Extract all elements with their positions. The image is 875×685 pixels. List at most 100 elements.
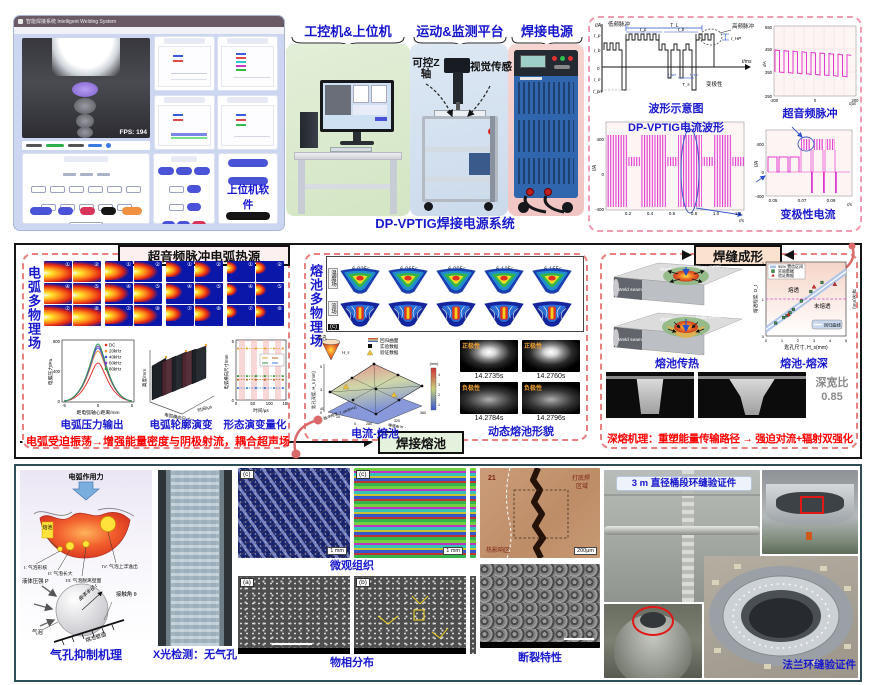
- arc-mechanism-text: 电弧受迫振荡→增强能量密度与阴极射流，耦合超声场: [26, 433, 288, 449]
- svg-text:3: 3: [438, 383, 440, 387]
- jog-up-button[interactable]: [187, 185, 201, 193]
- waveform-schematic: I/A t/ms T_L t_p t_b 低频脉冲 高频脉冲 I_HP I_p …: [592, 20, 760, 102]
- svg-text:打底焊: 打底焊: [572, 474, 590, 482]
- motion-stop-button[interactable]: [192, 221, 206, 224]
- vp-current-plot: 0.05 0.07 0.09 -400 0 400 I/A t/s: [754, 126, 860, 208]
- power-button-red2[interactable]: [568, 56, 573, 61]
- power-knob[interactable]: [554, 65, 570, 69]
- fracture-sem-image: [480, 564, 600, 648]
- fps-counter: FPS: 194: [120, 129, 147, 136]
- svg-text:1: 1: [438, 403, 440, 407]
- schematic-caption: 波形示意图: [592, 103, 760, 115]
- svg-text:0.09: 0.09: [827, 198, 836, 203]
- param-input[interactable]: [126, 186, 141, 193]
- cell-number: ④: [248, 284, 253, 290]
- motion-input[interactable]: [169, 204, 184, 211]
- pool-photo-en: 负极性: [522, 382, 580, 414]
- subfig-tag: (c): [328, 324, 339, 330]
- param-select[interactable]: [69, 222, 103, 224]
- fracture-caption: 断裂特性: [500, 652, 580, 664]
- hf-caption: 超音频脉冲: [760, 108, 860, 120]
- svg-text:20kHz: 20kHz: [109, 349, 121, 354]
- arc-pressure-plot: DC 20kHz 40kHz 60kHz 80kHz 0 400 800 -5 …: [46, 334, 138, 420]
- main-current-caption: DP-VPTIG电流波形: [618, 122, 734, 134]
- pool-depth-caption: 熔池-熔深: [756, 358, 852, 370]
- param-input[interactable]: [50, 186, 65, 193]
- svg-text:I_b: I_b: [594, 48, 601, 53]
- annotation-vision: 视觉传感: [468, 62, 514, 73]
- connect-button[interactable]: [228, 159, 268, 167]
- svg-text:(mm): (mm): [430, 362, 440, 366]
- svg-text:I/A: I/A: [595, 23, 602, 29]
- param-input[interactable]: [31, 186, 46, 193]
- svg-text:验证数据: 验证数据: [380, 349, 399, 356]
- emergency-button[interactable]: [101, 207, 116, 215]
- motion-button[interactable]: [162, 221, 175, 224]
- cell-number: ⑤: [216, 284, 221, 290]
- svg-text:I: 气泡形核: I: 气泡形核: [24, 564, 47, 571]
- svg-text:匙孔: 匙孔: [318, 334, 328, 341]
- svg-text:热影响区: 热影响区: [486, 546, 510, 554]
- exit-button[interactable]: [226, 212, 270, 220]
- svg-text:接触角 θ: 接触角 θ: [116, 590, 137, 598]
- svg-text:回归曲面: 回归曲面: [380, 337, 399, 344]
- svg-text:280: 280: [366, 422, 372, 426]
- arc-field-cell: ①: [44, 261, 72, 282]
- main-current-plot: 0.2 0.4 0.6 0.8 1.0 1.2 -400 0 400 I/A t…: [592, 118, 750, 226]
- weld-bead: [77, 127, 93, 138]
- cell-number: ⑦: [248, 306, 253, 312]
- ebsd-sliver: [470, 468, 476, 558]
- arc-side-label: 电弧多物理场: [24, 266, 43, 350]
- temperature-field-image: [433, 266, 479, 296]
- arc-start-button[interactable]: [122, 207, 142, 215]
- write-params-button[interactable]: [30, 207, 52, 215]
- arc-field-cell: ④: [227, 283, 255, 304]
- power-button-red[interactable]: [552, 56, 557, 61]
- jog-down-button[interactable]: [187, 203, 201, 211]
- bubble-mechanism-diagram: 电弧作用力 熔池 I: 气泡形核 II: 气泡长大 III: 气泡脱离壁面 IV…: [20, 470, 152, 646]
- svg-text:-200: -200: [770, 98, 779, 103]
- param-input[interactable]: [69, 186, 84, 193]
- svg-text:熔池: 熔池: [42, 524, 52, 531]
- arc-field-cell: ⑧: [73, 305, 101, 326]
- arc-glow: [52, 38, 120, 76]
- phase-image-a: (a): [238, 576, 350, 654]
- status-value-info: [88, 144, 102, 147]
- cross-section-photo: [698, 372, 806, 418]
- motion-button[interactable]: [177, 221, 190, 224]
- param-input[interactable]: [88, 186, 103, 193]
- motion-button[interactable]: [194, 167, 210, 175]
- svg-text:t/s: t/s: [739, 218, 745, 223]
- morphology-caption: 形态演变量化: [220, 420, 290, 432]
- cell-number: ⑤: [155, 284, 160, 290]
- subfig-tag: (c): [356, 470, 370, 479]
- polarity-label: 负极性: [462, 383, 480, 392]
- svg-text:III: 气泡脱离壁面: III: 气泡脱离壁面: [66, 577, 102, 584]
- svg-text:-400: -400: [755, 194, 765, 199]
- record-dot[interactable]: [106, 143, 111, 148]
- app-menubar[interactable]: [14, 27, 284, 34]
- deep-weld-mechanism-text: 深熔机理：重塑能量传输路径 → 强迫对流+辐射双强化: [604, 431, 856, 446]
- cell-number: ⑤: [94, 284, 99, 290]
- run-button[interactable]: [58, 207, 73, 215]
- svg-text:550: 550: [765, 25, 773, 30]
- field-label: [80, 173, 93, 176]
- monitor-chart-card: [154, 36, 215, 91]
- svg-text:0: 0: [354, 422, 356, 426]
- svg-text:I_HP: I_HP: [731, 36, 742, 41]
- stop-button[interactable]: [80, 207, 95, 215]
- motion-button[interactable]: [176, 167, 192, 175]
- svg-text:60kHz: 60kHz: [109, 361, 121, 366]
- svg-text:0: 0: [765, 338, 768, 343]
- motion-button[interactable]: [158, 167, 174, 175]
- xray-caption: X光检测：无气孔: [148, 649, 242, 661]
- svg-text:40kHz: 40kHz: [109, 355, 121, 360]
- param-input[interactable]: [107, 186, 122, 193]
- motion-input[interactable]: [169, 186, 184, 193]
- svg-text:400: 400: [53, 369, 61, 374]
- svg-text:1.0: 1.0: [713, 211, 720, 216]
- svg-text:未熔透: 未熔透: [814, 302, 831, 310]
- svg-text:0: 0: [320, 411, 322, 415]
- arc-field-cell: ②: [73, 261, 101, 282]
- power-button-green[interactable]: [560, 56, 565, 61]
